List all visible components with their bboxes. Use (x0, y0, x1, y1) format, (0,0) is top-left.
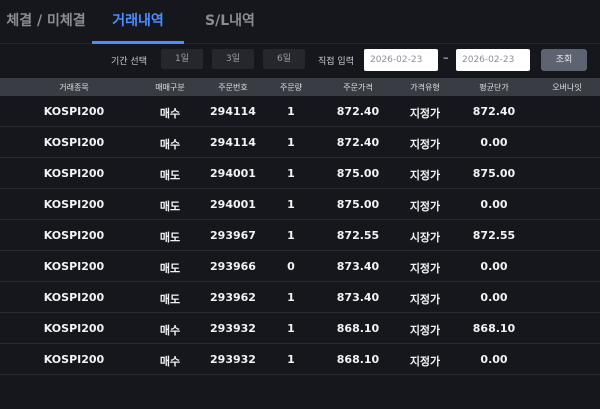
cell-avg-price: 0.00 (480, 260, 508, 273)
date-separator: – (443, 51, 449, 64)
table-row[interactable]: KOSPI200 매도 293967 1 872.55 시장가 872.55 (0, 220, 600, 251)
cell-symbol: KOSPI200 (43, 260, 105, 273)
table-row[interactable]: KOSPI200 매도 294001 1 875.00 지정가 0.00 (0, 189, 600, 220)
header-price-type: 가격유형 (410, 83, 440, 92)
end-date-field[interactable]: 2026-02-23 (456, 49, 530, 71)
filter-bar: 기간 선택 1일 3일 6일 직접 입력 2026-02-23 – 2026-0… (0, 44, 600, 78)
table-row[interactable]: KOSPI200 매수 293932 1 868.10 지정가 868.10 (0, 313, 600, 344)
cell-symbol: KOSPI200 (43, 198, 105, 211)
period-3d-button[interactable]: 3일 (212, 49, 254, 69)
period-label: 기간 선택 (111, 57, 147, 67)
period-1d-button[interactable]: 1일 (161, 49, 203, 69)
cell-avg-price: 872.55 (472, 229, 516, 242)
tab-sl-history[interactable]: S/L내역 (184, 10, 276, 44)
cell-price-type: 지정가 (409, 169, 441, 182)
cell-symbol: KOSPI200 (43, 353, 105, 366)
header-symbol: 거래종목 (59, 83, 89, 92)
table-row[interactable]: KOSPI200 매수 294114 1 872.40 지정가 0.00 (0, 127, 600, 158)
cell-avg-price: 0.00 (480, 353, 508, 366)
search-button[interactable]: 조회 (541, 49, 587, 71)
table-row[interactable]: KOSPI200 매수 293932 1 868.10 지정가 0.00 (0, 344, 600, 375)
cell-avg-price: 0.00 (480, 198, 508, 211)
table-row[interactable]: KOSPI200 매수 294114 1 872.40 지정가 872.40 (0, 96, 600, 127)
cell-symbol: KOSPI200 (43, 167, 105, 180)
cell-price-type: 지정가 (409, 262, 441, 275)
header-overnight: 오버나잇 (552, 83, 582, 92)
cell-symbol: KOSPI200 (43, 105, 105, 118)
cell-symbol: KOSPI200 (43, 136, 105, 149)
trade-table-body: KOSPI200 매수 294114 1 872.40 지정가 872.40 K… (0, 96, 600, 375)
cell-symbol: KOSPI200 (43, 229, 105, 242)
cell-price-type: 시장가 (409, 231, 441, 244)
direct-input-label: 직접 입력 (318, 57, 354, 67)
cell-avg-price: 0.00 (480, 136, 508, 149)
cell-avg-price: 872.40 (472, 105, 516, 118)
cell-avg-price: 875.00 (472, 167, 516, 180)
tab-filled-unfilled[interactable]: 체결 / 미체결 (0, 10, 92, 44)
header-avg-price: 평균단가 (479, 83, 509, 92)
tab-trade-history[interactable]: 거래내역 (92, 10, 184, 44)
cell-price-type: 지정가 (409, 355, 441, 368)
table-header: 거래종목 매매구분 주문번호 주문량 주문가격 가격유형 평균단가 오버나잇 (0, 78, 600, 96)
cell-symbol: KOSPI200 (43, 322, 105, 335)
cell-avg-price: 0.00 (480, 291, 508, 304)
table-row[interactable]: KOSPI200 매도 293962 1 873.40 지정가 0.00 (0, 282, 600, 313)
cell-price-type: 지정가 (409, 200, 441, 213)
tab-bar: 체결 / 미체결 거래내역 S/L내역 (0, 0, 600, 44)
table-row[interactable]: KOSPI200 매도 293966 0 873.40 지정가 0.00 (0, 251, 600, 282)
start-date-field[interactable]: 2026-02-23 (364, 49, 438, 71)
table-row[interactable]: KOSPI200 매도 294001 1 875.00 지정가 875.00 (0, 158, 600, 189)
cell-avg-price: 868.10 (472, 322, 516, 335)
cell-price-type: 지정가 (409, 293, 441, 306)
cell-symbol: KOSPI200 (43, 291, 105, 304)
cell-price-type: 지정가 (409, 324, 441, 337)
cell-price-type: 지정가 (409, 107, 441, 120)
period-6d-button[interactable]: 6일 (263, 49, 305, 69)
cell-price-type: 지정가 (409, 138, 441, 151)
